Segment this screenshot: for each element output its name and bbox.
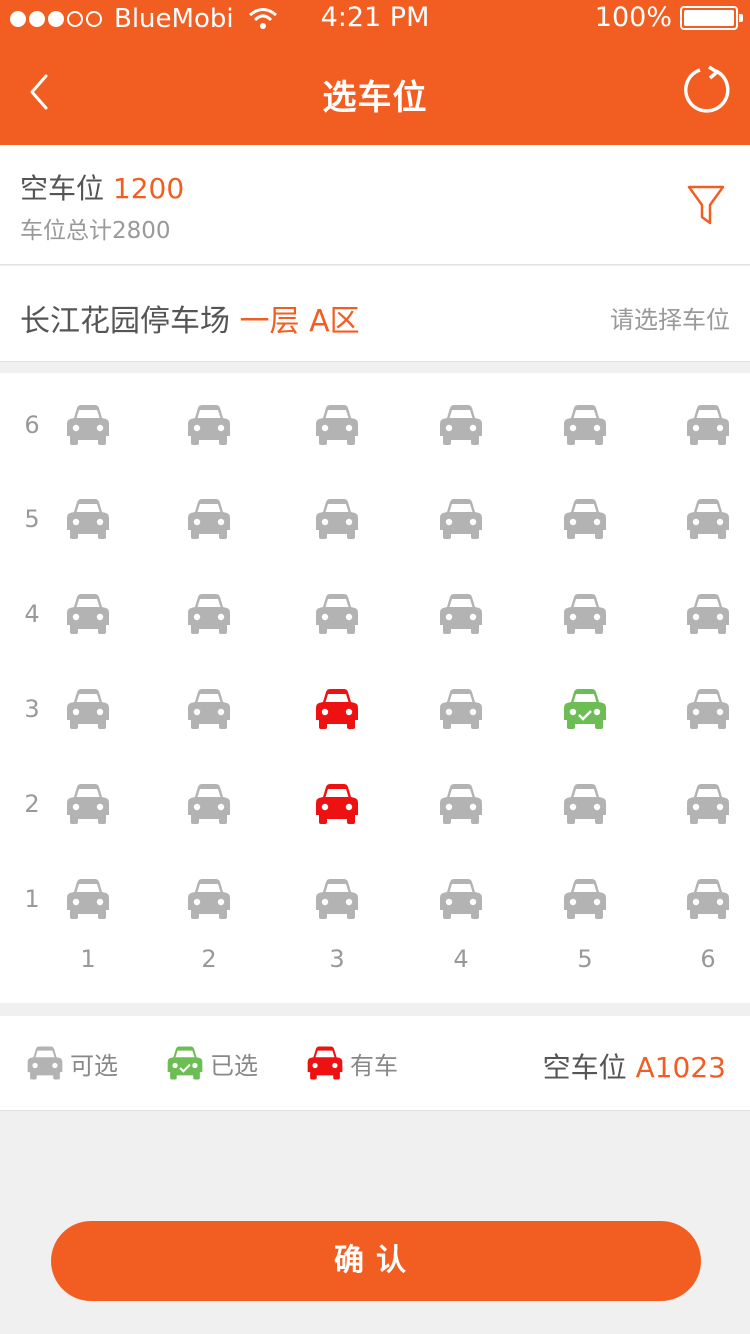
- column-label: 6: [700, 945, 716, 973]
- car-available-icon: [27, 1046, 63, 1080]
- column-label: 5: [577, 945, 593, 973]
- parking-summary: 空车位 1200 车位总计2800: [0, 145, 750, 265]
- row-label: 1: [24, 885, 40, 913]
- legend-occupied-label: 有车: [350, 1051, 398, 1080]
- status-bar: BlueMobi 4:21 PM 100%: [0, 0, 750, 40]
- filter-icon[interactable]: [686, 183, 726, 227]
- legend-occupied: 有车: [306, 1044, 398, 1082]
- parking-spot-available-icon[interactable]: [685, 591, 731, 637]
- parking-spot-available-icon[interactable]: [562, 781, 608, 827]
- parking-spot-available-icon[interactable]: [65, 876, 111, 922]
- parking-spot-available-icon[interactable]: [65, 402, 111, 448]
- column-label: 4: [453, 945, 469, 973]
- lot-name-text: 长江花园停车场: [20, 304, 230, 339]
- refresh-icon[interactable]: [682, 64, 732, 114]
- total-spots: 车位总计2800: [20, 218, 171, 244]
- parking-spot-available-icon[interactable]: [438, 591, 484, 637]
- selected-spot: 空车位 A1023: [543, 1046, 726, 1086]
- parking-spot-available-icon[interactable]: [186, 402, 232, 448]
- empty-spots-count: 1200: [112, 172, 185, 205]
- parking-spot-available-icon[interactable]: [65, 781, 111, 827]
- parking-spot-available-icon[interactable]: [438, 781, 484, 827]
- row-label: 2: [24, 790, 40, 818]
- parking-spot-available-icon[interactable]: [685, 496, 731, 542]
- parking-lot-info: 长江花园停车场 一层 A区 请选择车位: [0, 266, 750, 362]
- car-occupied-icon: [307, 1046, 343, 1080]
- parking-spot-available-icon[interactable]: [186, 686, 232, 732]
- lot-area: 一层 A区: [239, 304, 360, 339]
- parking-spot-available-icon[interactable]: [65, 686, 111, 732]
- legend-available: 可选: [26, 1044, 118, 1082]
- legend-selected-label: 已选: [210, 1051, 258, 1080]
- parking-spot-available-icon[interactable]: [186, 781, 232, 827]
- parking-grid: 6 5 4 3 2 1 1 2 3 4 5 6: [0, 373, 750, 1003]
- select-hint: 请选择车位: [610, 306, 730, 334]
- legend: 可选 已选 有车 空车位 A1023: [0, 1016, 750, 1111]
- empty-spots: 空车位 1200: [20, 167, 184, 207]
- column-label: 3: [329, 945, 345, 973]
- parking-spot-available-icon[interactable]: [186, 876, 232, 922]
- parking-spot-available-icon[interactable]: [685, 781, 731, 827]
- parking-spot-available-icon[interactable]: [65, 496, 111, 542]
- nav-bar: 选车位: [0, 40, 750, 145]
- selected-spot-label: 空车位: [542, 1051, 627, 1084]
- parking-spot-available-icon[interactable]: [438, 686, 484, 732]
- row-label: 6: [24, 411, 40, 439]
- row-label: 3: [24, 695, 40, 723]
- battery-info: 100%: [594, 2, 743, 33]
- parking-spot-available-icon[interactable]: [314, 876, 360, 922]
- parking-spot-available-icon[interactable]: [562, 402, 608, 448]
- parking-spot-occupied-icon: [316, 689, 358, 729]
- car-selected-icon: [167, 1046, 203, 1080]
- parking-spot-available-icon[interactable]: [685, 402, 731, 448]
- selected-spot-value: A1023: [635, 1051, 726, 1084]
- confirm-button[interactable]: 确认: [51, 1221, 701, 1301]
- row-label: 4: [24, 600, 40, 628]
- page: BlueMobi 4:21 PM 100% 选车位 空车位 1200 车位总计2…: [0, 0, 750, 1334]
- column-label: 2: [201, 945, 217, 973]
- row-label: 5: [24, 505, 40, 533]
- header: BlueMobi 4:21 PM 100% 选车位: [0, 0, 750, 145]
- parking-spot-available-icon[interactable]: [314, 496, 360, 542]
- parking-spot-selected-icon[interactable]: [562, 686, 608, 732]
- parking-spot-available-icon[interactable]: [438, 402, 484, 448]
- parking-spot-available-icon[interactable]: [314, 591, 360, 637]
- column-label: 1: [80, 945, 96, 973]
- parking-spot-available-icon[interactable]: [562, 496, 608, 542]
- legend-selected: 已选: [166, 1044, 258, 1082]
- parking-spot-occupied-icon: [316, 784, 358, 824]
- parking-spot-available-icon[interactable]: [685, 686, 731, 732]
- parking-spot-available-icon[interactable]: [562, 876, 608, 922]
- legend-available-label: 可选: [70, 1051, 118, 1080]
- empty-spots-label: 空车位: [20, 172, 105, 205]
- parking-spot-available-icon[interactable]: [438, 876, 484, 922]
- parking-spot-available-icon[interactable]: [186, 496, 232, 542]
- parking-spot-available-icon[interactable]: [438, 496, 484, 542]
- parking-spot-available-icon[interactable]: [186, 591, 232, 637]
- battery-percent: 100%: [594, 2, 672, 33]
- battery-icon: [680, 5, 743, 30]
- lot-name: 长江花园停车场 一层 A区: [20, 296, 360, 340]
- page-title: 选车位: [322, 78, 428, 118]
- parking-spot-available-icon[interactable]: [314, 402, 360, 448]
- parking-spot-available-icon[interactable]: [65, 591, 111, 637]
- parking-spot-available-icon[interactable]: [685, 876, 731, 922]
- parking-spot-available-icon[interactable]: [562, 591, 608, 637]
